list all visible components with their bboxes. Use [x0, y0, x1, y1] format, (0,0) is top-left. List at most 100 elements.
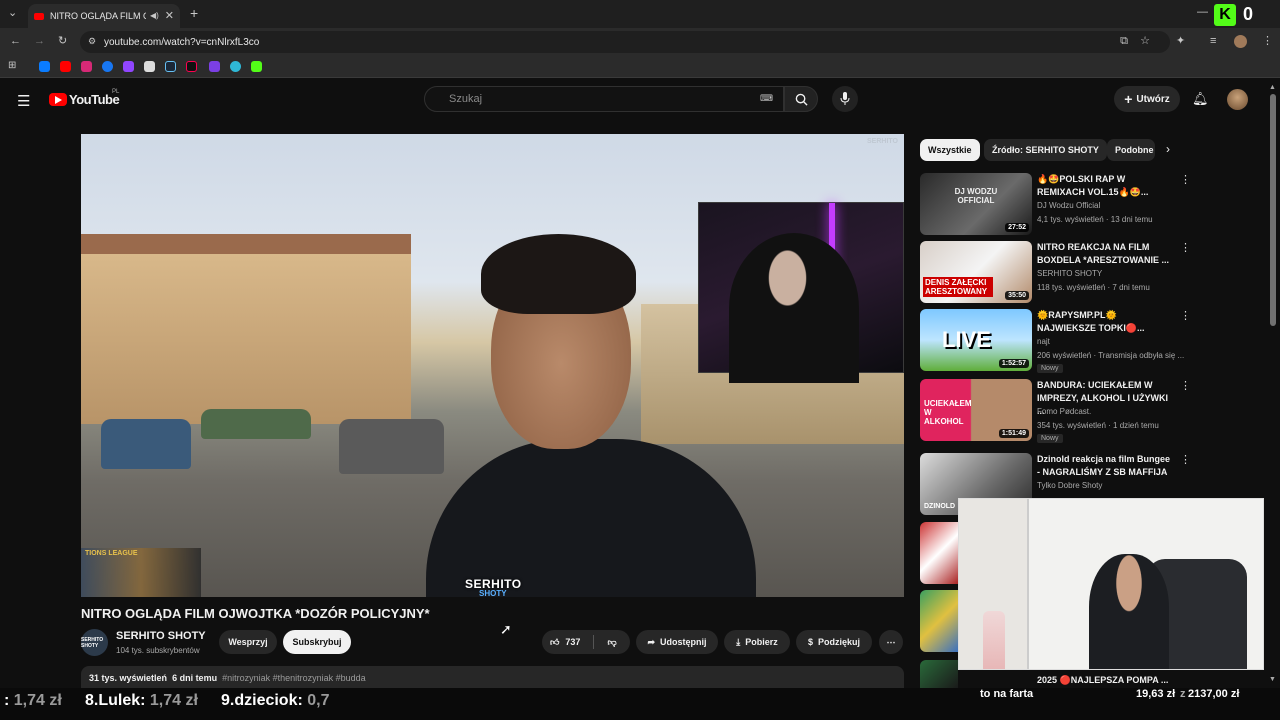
back-icon[interactable]: ←	[10, 36, 21, 47]
youtube-bookmark-icon[interactable]	[60, 61, 71, 72]
tip-icon[interactable]	[144, 61, 155, 72]
download-label: Pobierz	[745, 637, 778, 647]
goal-current: 19,63 zł	[1136, 688, 1176, 700]
more-options-icon[interactable]: ⋮	[1180, 241, 1191, 254]
page-scrollbar[interactable]	[1270, 94, 1276, 326]
browser-tab-bar: ⌄ NITRO OGLĄDA FILM OJWOJTKA *DOZÓR POLI…	[0, 0, 1280, 28]
browser-menu-icon[interactable]: ⋮	[1262, 36, 1273, 47]
share-label: Udostępnij	[660, 637, 707, 647]
extensions-icon[interactable]: ✦	[1176, 36, 1185, 47]
close-tab-icon[interactable]: ✕	[165, 10, 174, 22]
notifications-bell-icon[interactable]: 🔔︎	[1192, 91, 1209, 107]
new-tab-icon[interactable]: +	[190, 6, 198, 20]
apps-grid-icon[interactable]: ⊞	[8, 61, 16, 71]
voice-search-button[interactable]	[832, 86, 858, 112]
scroll-up-icon[interactable]: ▲	[1269, 84, 1276, 91]
tab-search-icon[interactable]: ⌄	[8, 8, 17, 19]
tiktok-icon[interactable]	[186, 61, 197, 72]
video-player[interactable]: TIONS LEAGUE SERHITO SERHITO SHOTY	[81, 134, 904, 597]
search-input[interactable]: Szukaj ⌨	[424, 86, 784, 112]
share-icon: ➦	[647, 636, 656, 647]
support-button[interactable]: Wesprzyj	[219, 630, 277, 654]
bookmark-purple-icon[interactable]	[209, 61, 220, 72]
recommended-item[interactable]: UCIEKAŁEM W ALKOHOL 1:51:49 BANDURA: UCI…	[920, 379, 1191, 443]
recommended-meta: 354 tys. wyświetleń · 1 dzień temu	[1037, 421, 1159, 430]
recommended-item[interactable]: LIVE 1:52:57 🌞RAPYSMP.PL🌞 NAJWIEKSZE TOP…	[920, 309, 1191, 373]
recommended-thumbnail[interactable]	[920, 522, 958, 584]
instagram-icon[interactable]	[81, 61, 92, 72]
video-frame-building-left	[81, 254, 411, 424]
reading-list-icon[interactable]: ≡	[1210, 36, 1216, 47]
recommended-channel[interactable]: Fomo Pødcast.	[1037, 407, 1091, 416]
subscribe-button[interactable]: Subskrybuj	[283, 630, 351, 654]
recommended-thumbnail[interactable]	[920, 590, 958, 652]
chip-similar[interactable]: Podobne	[1107, 139, 1155, 161]
tab-title: NITRO OGLĄDA FILM OJWOJTKA *DOZÓR POLICY…	[50, 11, 146, 21]
create-button[interactable]: + Utwórz	[1114, 86, 1180, 112]
recommended-item[interactable]: DJ WODZU OFFICIAL 27:52 🔥🤩POLSKI RAP W R…	[920, 173, 1191, 237]
site-info-icon[interactable]: ⚙	[88, 37, 96, 46]
keyboard-icon[interactable]: ⌨	[760, 94, 773, 103]
more-icon: ⋯	[886, 636, 896, 647]
reload-icon[interactable]: ↻	[58, 36, 67, 47]
scroll-down-icon[interactable]: ▼	[1269, 676, 1276, 683]
video-frame-person-hair	[481, 234, 636, 314]
recommended-channel[interactable]: najt	[1037, 337, 1050, 346]
ticker-entry-3: 9.dzieciok: 0,7	[221, 692, 330, 710]
download-button[interactable]: ⤓ Pobierz	[724, 630, 790, 654]
description-box[interactable]: 31 tys. wyświetleń 6 dni temu #nitrozyni…	[81, 666, 904, 688]
kick-counter: 0	[1243, 4, 1254, 24]
install-icon[interactable]: ⧉	[1120, 36, 1128, 47]
recommended-thumbnail[interactable]: DJ WODZU OFFICIAL 27:52	[920, 173, 1032, 235]
share-button[interactable]: ➦ Udostępnij	[636, 630, 718, 654]
steam-icon[interactable]	[165, 61, 176, 72]
messenger-icon[interactable]	[39, 61, 50, 72]
duration-badge: 1:51:49	[998, 429, 1029, 438]
search-button[interactable]	[784, 86, 818, 112]
search-icon	[795, 93, 808, 106]
channel-name[interactable]: SERHITO SHOTY	[116, 630, 206, 642]
recommended-channel[interactable]: Tylko Dobre Shoty	[1037, 481, 1102, 490]
chip-source[interactable]: Źródło: SERHITO SHOTY	[984, 139, 1107, 161]
more-actions-button[interactable]: ⋯	[879, 630, 903, 654]
plus-icon: +	[1124, 91, 1133, 107]
recommended-channel[interactable]: SERHITO SHOTY	[1037, 269, 1102, 278]
bookmark-cloud-icon[interactable]	[230, 61, 241, 72]
facebook-icon[interactable]	[102, 61, 113, 72]
recommended-thumbnail[interactable]: UCIEKAŁEM W ALKOHOL 1:51:49	[920, 379, 1032, 441]
more-options-icon[interactable]: ⋮	[1180, 379, 1191, 392]
hamburger-menu-icon[interactable]: ☰	[17, 92, 30, 110]
more-options-icon[interactable]: ⋮	[1180, 309, 1191, 322]
bookmark-star-icon[interactable]: ☆	[1140, 36, 1150, 47]
like-divider	[593, 635, 595, 649]
recommended-thumbnail[interactable]: LIVE 1:52:57	[920, 309, 1032, 371]
recommended-thumbnail[interactable]	[920, 660, 958, 688]
minimize-icon[interactable]: —	[1197, 7, 1208, 18]
recommended-channel[interactable]: DJ Wodzu Official	[1037, 201, 1100, 210]
browser-tab[interactable]: NITRO OGLĄDA FILM OJWOJTKA *DOZÓR POLICY…	[28, 4, 180, 28]
dislike-button[interactable]: 👎︎	[607, 637, 616, 648]
forward-icon[interactable]: →	[34, 36, 45, 47]
ticker-entry-2: 8.Lulek: 1,74 zł	[85, 692, 198, 710]
kick-bookmark-icon[interactable]	[251, 61, 262, 72]
channel-avatar[interactable]: SERHITO SHOTY	[81, 629, 108, 656]
video-title: NITRO OGLĄDA FILM OJWOJTKA *DOZÓR POLICY…	[81, 606, 430, 621]
chip-all[interactable]: Wszystkie	[920, 139, 980, 161]
more-options-icon[interactable]: ⋮	[1180, 453, 1191, 466]
recommended-thumbnail[interactable]: DENIS ZAŁĘCKI ARESZTOWANY 35:50	[920, 241, 1032, 303]
audio-icon[interactable]: ◀)	[150, 12, 159, 20]
hashtags[interactable]: #nitrozyniak #thenitrozyniak #budda	[222, 673, 366, 683]
subscribe-label: Subskrybuj	[292, 637, 342, 647]
goal-target: 2137,00 zł	[1188, 688, 1240, 700]
thanks-button[interactable]: $ Podziękuj	[796, 630, 872, 654]
profile-icon[interactable]	[1234, 35, 1247, 48]
like-button[interactable]: 👍︎ 737	[550, 637, 580, 648]
chevron-right-icon[interactable]: ›	[1166, 142, 1170, 156]
address-bar[interactable]: ⚙ youtube.com/watch?v=cnNlrxfL3co ⧉ ☆	[80, 31, 1170, 53]
more-options-icon[interactable]: ⋮	[1180, 173, 1191, 186]
user-avatar[interactable]	[1227, 89, 1248, 110]
recommended-item[interactable]: DENIS ZAŁĘCKI ARESZTOWANY 35:50 NITRO RE…	[920, 241, 1191, 305]
view-count: 31 tys. wyświetleń	[89, 673, 168, 683]
recommended-meta: 206 wyświetleń · Transmisja odbyła się .…	[1037, 351, 1185, 360]
twitch-icon[interactable]	[123, 61, 134, 72]
